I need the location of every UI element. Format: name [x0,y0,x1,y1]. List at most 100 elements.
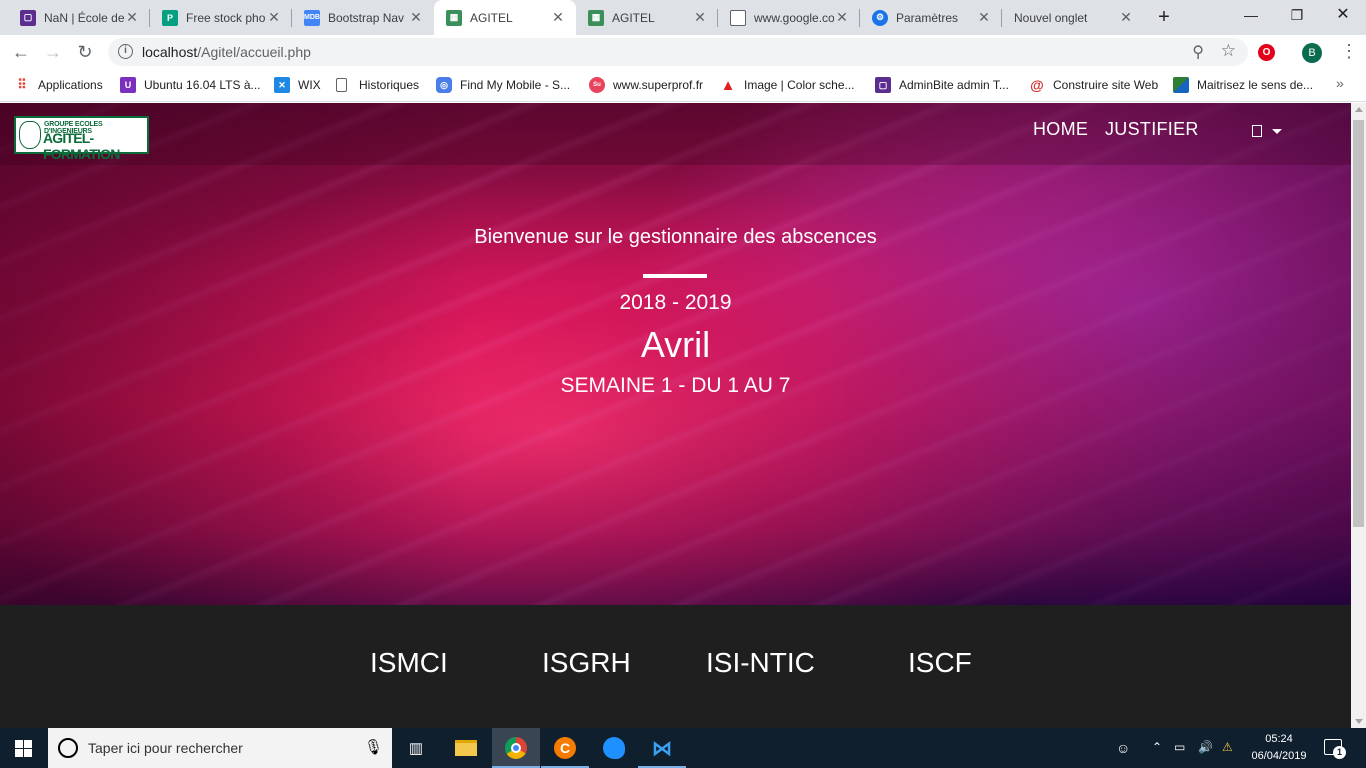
windows-taskbar: Taper ici pour rechercher 🎙 ▥ C ⋈ ☺ ⌃ ▭ … [0,728,1366,768]
browser-tab[interactable]: MDB Bootstrap Nav ✕ [292,0,434,35]
bookmark-item[interactable]: ⠿ Applications [14,76,103,94]
minimize-icon[interactable]: — [1228,0,1274,30]
bookmark-item[interactable]: ▢ AdminBite admin T... [875,76,1009,94]
browser-tab-active[interactable]: ▦ AGITEL ✕ [434,0,576,35]
bookmark-label: Find My Mobile - S... [460,78,571,92]
bookmark-label: Maitrisez le sens de... [1197,78,1314,92]
more-bookmarks-icon[interactable]: » [1336,75,1344,91]
close-tab-icon[interactable]: ✕ [1118,9,1134,26]
bookmark-item[interactable]: ◎ Find My Mobile - S... [436,76,570,94]
tab-title: NaN | École de [44,10,124,25]
bookmark-label: Applications [38,78,103,92]
bookmark-item[interactable]: Su www.superprof.fr [589,76,703,94]
close-tab-icon[interactable]: ✕ [550,9,566,26]
notification-center-icon[interactable]: 1 [1324,739,1346,759]
superprof-icon: Su [589,77,605,93]
scroll-up-icon[interactable] [1355,107,1363,112]
triangle-icon [1173,77,1189,93]
logo-title: AGITEL-FORMATION [43,130,120,162]
vscode-icon[interactable]: ⋈ [638,728,686,768]
bookmark-item[interactable]: Maitrisez le sens de... [1173,76,1313,94]
close-tab-icon[interactable]: ✕ [976,9,992,26]
browser-tab[interactable]: ▢ NaN | École de ✕ [8,0,150,35]
taskbar-search[interactable]: Taper ici pour rechercher 🎙 [48,728,392,768]
nav-justifier-link[interactable]: JUSTIFIER [1105,119,1199,140]
uf-icon: U [120,77,136,93]
close-tab-icon[interactable]: ✕ [408,9,424,26]
bookmark-star-icon[interactable]: ☆ [1221,41,1236,61]
school-link[interactable]: ISMCI [370,647,448,679]
search-placeholder: Taper ici pour rechercher [88,740,243,756]
close-tab-icon[interactable]: ✕ [124,9,140,26]
agitel-logo[interactable]: GROUPE ECOLES D'INGENIEURS AGITEL-FORMAT… [14,116,149,162]
battery-icon[interactable]: ▭ [1174,740,1185,754]
url-text[interactable]: localhost/Agitel/accueil.php [142,44,311,60]
chevron-up-icon[interactable]: ⌃ [1152,740,1162,754]
user-icon[interactable] [1252,125,1262,137]
close-tab-icon[interactable]: ✕ [692,9,708,26]
bookmarks-bar: ⠿ Applications U Ubuntu 16.04 LTS à... ✕… [0,69,1366,102]
browser-tab[interactable]: P Free stock pho ✕ [150,0,292,35]
close-window-icon[interactable]: ✕ [1320,0,1366,30]
microphone-icon[interactable]: 🎙 [364,738,383,756]
close-tab-icon[interactable]: ✕ [266,9,282,26]
file-explorer-icon[interactable] [442,728,490,768]
bookmark-label: Image | Color sche... [744,78,855,92]
reload-icon[interactable]: ↻ [72,39,98,65]
chrome-icon[interactable] [492,728,540,768]
ccleaner-icon[interactable]: C [541,728,589,768]
bookmark-item[interactable]: U Ubuntu 16.04 LTS à... [120,76,261,94]
nav-home-link[interactable]: HOME [1033,119,1088,140]
current-week: SEMAINE 1 - DU 1 AU 7 [560,374,791,397]
tab-title: Bootstrap Nav [328,10,405,25]
tab-title: AGITEL [470,10,513,25]
scrollbar-thumb[interactable] [1353,120,1364,527]
scroll-down-icon[interactable] [1355,719,1363,724]
new-tab-plus-icon[interactable]: + [1152,6,1176,30]
edge-icon[interactable] [590,728,638,768]
school-year: 2018 - 2019 [619,291,732,314]
menu-dots-icon[interactable]: ⋮ [1340,41,1358,62]
forward-arrow-icon[interactable]: → [40,39,66,65]
clock-time: 05:24 [1265,733,1293,745]
logo-emblem-icon [19,121,41,149]
avatar[interactable]: B [1302,43,1322,63]
schools-section: ISMCI ISGRH ISI-NTIC ISCF [0,605,1351,728]
url-path: /Agitel/accueil.php [197,44,311,60]
browser-tab[interactable]: ⚙ Paramètres ✕ [860,0,1002,35]
chevron-down-icon[interactable] [1272,129,1282,134]
people-icon[interactable]: ☺ [1116,740,1130,756]
school-link[interactable]: ISCF [908,647,972,679]
cortana-icon [58,738,78,758]
hero-section: GROUPE ECOLES D'INGENIEURS AGITEL-FORMAT… [0,103,1351,605]
page-icon [336,78,347,92]
page-scrollbar[interactable] [1351,103,1366,728]
network-warning-icon[interactable]: ⚠ [1222,740,1233,754]
bookmark-label: www.superprof.fr [613,78,704,92]
browser-tab[interactable]: ▦ AGITEL ✕ [576,0,718,35]
bookmark-item[interactable]: @ Construire site Web [1029,76,1158,94]
zoom-search-icon[interactable]: ⚲ [1192,42,1204,62]
task-view-icon[interactable]: ▥ [392,728,440,768]
findmymobile-icon: ◎ [436,77,452,93]
restore-icon[interactable]: ❐ [1274,0,1320,30]
notification-count: 1 [1333,746,1346,759]
bookmark-item[interactable]: Historiques [336,76,419,94]
browser-tab[interactable]: Nouvel onglet ✕ [1002,0,1144,35]
info-icon[interactable]: i [118,44,133,59]
close-tab-icon[interactable]: ✕ [834,9,850,26]
bookmark-item[interactable]: ▲ Image | Color sche... [720,76,855,94]
agitel-icon: ▦ [588,9,604,26]
system-clock[interactable]: 05:24 06/04/2019 [1246,731,1312,765]
school-link[interactable]: ISGRH [542,647,631,679]
volume-icon[interactable]: 🔊 [1198,740,1213,754]
browser-tab[interactable]: www.google.co ✕ [718,0,860,35]
bookmark-item[interactable]: ✕ WIX [274,76,321,94]
divider-bar [643,274,707,278]
address-bar[interactable]: i localhost/Agitel/accueil.php ⚲ ☆ [108,38,1248,66]
windows-start-icon[interactable] [0,728,48,768]
extension-icon[interactable]: O [1258,44,1275,61]
school-link[interactable]: ISI-NTIC [706,647,815,679]
apps-grid-icon: ⠿ [17,77,27,92]
back-arrow-icon[interactable]: ← [8,39,34,65]
